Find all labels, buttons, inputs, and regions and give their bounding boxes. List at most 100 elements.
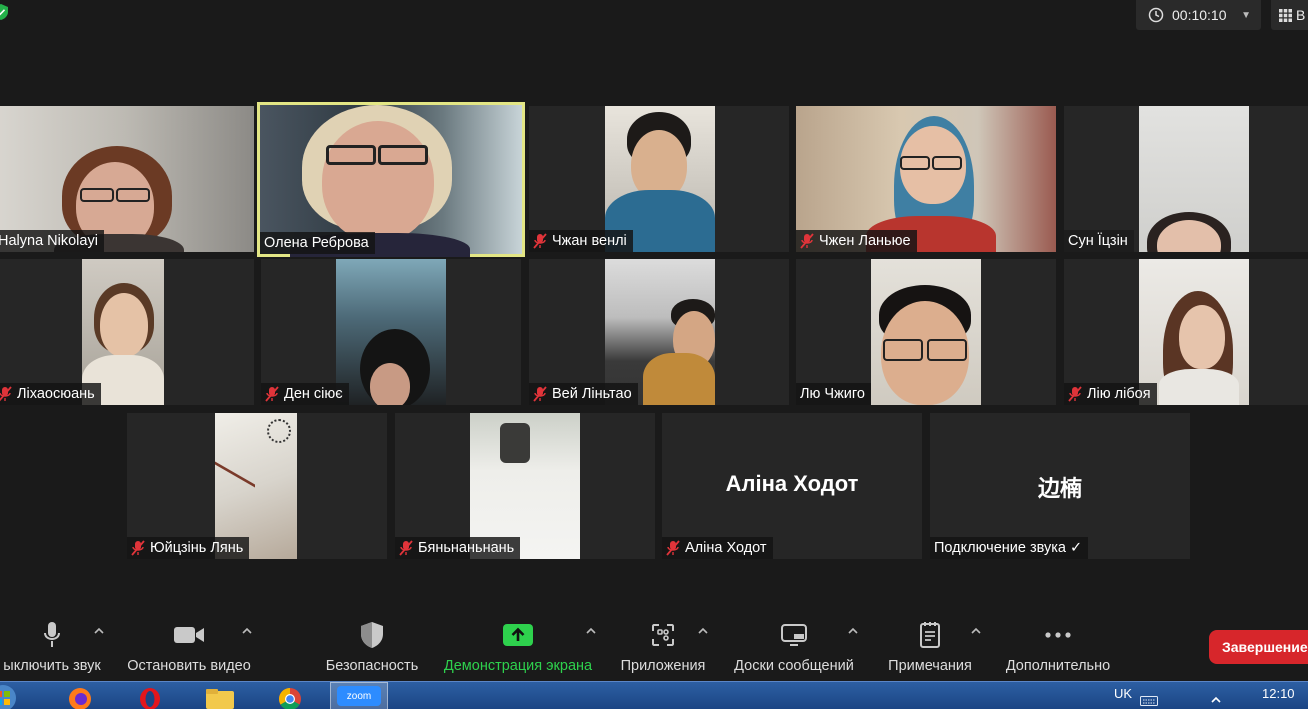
participant-tile[interactable]: Сун Їцзін: [1064, 106, 1308, 252]
muted-microphone-icon: [0, 386, 12, 402]
participant-name-tag: Юйцзінь Лянь: [127, 537, 250, 559]
participant-name-tag: Halyna Nikolayi: [0, 230, 104, 252]
participant-name-tag: Чжен Ланьюе: [796, 230, 917, 252]
participant-tile[interactable]: Ліхаосюань: [0, 259, 254, 405]
security-button[interactable]: Безопасность: [322, 620, 422, 674]
share-screen-label: Демонстрация экрана: [443, 658, 593, 674]
participant-video: [336, 259, 446, 405]
zoom-taskbar-button[interactable]: zoom: [330, 682, 388, 709]
participant-video: [1139, 106, 1249, 252]
view-button[interactable]: В: [1271, 0, 1308, 30]
participant-name: Лю Чжиго: [800, 386, 865, 402]
notes-button[interactable]: Примечания: [880, 620, 980, 674]
meeting-timer[interactable]: 00:10:10 ▼: [1136, 0, 1261, 30]
muted-microphone-icon: [533, 233, 547, 249]
language-indicator[interactable]: UK: [1114, 686, 1132, 701]
participant-name: Бяньнаньнань: [418, 540, 515, 556]
share-screen-icon: [503, 624, 533, 646]
zoom-icon: zoom: [337, 686, 381, 706]
participant-name-tag: Ден сіює: [261, 383, 349, 405]
more-label: Дополнительно: [1005, 658, 1111, 674]
participant-avatar-name: Аліна Ходот: [725, 471, 859, 496]
chevron-up-icon[interactable]: [93, 626, 105, 636]
participant-name-tag: Вей Ліньтао: [529, 383, 638, 405]
keyboard-icon[interactable]: [1140, 696, 1158, 706]
participant-name: Чжен Ланьюе: [819, 233, 911, 249]
notes-icon: [920, 622, 940, 648]
participant-name-tag: Чжан венлі: [529, 230, 633, 252]
stop-video-label: Остановить видео: [127, 658, 251, 674]
grid-view-icon: [1279, 8, 1292, 22]
participant-tile[interactable]: Лю Чжиго: [796, 259, 1056, 405]
participant-avatar-name: 边楠: [1037, 476, 1082, 501]
whiteboard-icon: [781, 624, 807, 646]
whiteboards-label: Доски сообщений: [734, 658, 854, 674]
participant-name-tag: Лію лібоя: [1064, 383, 1157, 405]
muted-microphone-icon: [265, 386, 279, 402]
view-label: В: [1296, 7, 1306, 23]
mute-button[interactable]: ыключить звук: [0, 620, 108, 674]
meeting-toolbar: ыключить звук Остановить видео Безопасно…: [0, 612, 1308, 684]
muted-microphone-icon: [666, 540, 680, 556]
muted-microphone-icon: [800, 233, 814, 249]
participant-tile[interactable]: Бяньнаньнань: [395, 413, 655, 559]
system-clock[interactable]: 12:10: [1262, 686, 1295, 701]
file-explorer-icon[interactable]: [200, 685, 240, 709]
participant-name-tag: Бяньнаньнань: [395, 537, 521, 559]
chevron-down-icon: ▼: [1241, 9, 1251, 21]
chevron-up-icon[interactable]: [697, 626, 709, 636]
muted-microphone-icon: [399, 540, 413, 556]
timer-value: 00:10:10: [1172, 7, 1227, 23]
participant-name-tag: Аліна Ходот: [662, 537, 773, 559]
chevron-up-icon[interactable]: [847, 626, 859, 636]
windows-taskbar: zoom UK 12:10: [0, 681, 1308, 709]
participant-tile[interactable]: Halyna Nikolayi: [0, 106, 254, 252]
clock-icon: [1148, 7, 1164, 23]
participant-tile[interactable]: 边楠 Подключение звука ✓: [930, 413, 1190, 559]
share-screen-button[interactable]: Демонстрация экрана: [438, 620, 598, 674]
participant-tile-active-speaker[interactable]: Олена Реброва: [257, 102, 525, 257]
microphone-icon: [44, 622, 60, 647]
participant-video: [871, 259, 981, 405]
tray-expand-icon[interactable]: [1210, 696, 1222, 704]
stop-video-button[interactable]: Остановить видео: [122, 620, 256, 674]
opera-icon[interactable]: [130, 685, 170, 709]
muted-microphone-icon: [1068, 386, 1082, 402]
participant-name-tag: Подключение звука ✓: [930, 537, 1089, 559]
participant-name: Чжан венлі: [552, 233, 627, 249]
chrome-icon[interactable]: [270, 685, 310, 709]
whiteboards-button[interactable]: Доски сообщений: [726, 620, 862, 674]
firefox-icon[interactable]: [60, 685, 100, 709]
mute-label: ыключить звук: [3, 658, 101, 674]
windows-start-icon[interactable]: [0, 685, 20, 709]
participant-name: Олена Реброва: [264, 235, 369, 251]
participant-name: Аліна Ходот: [685, 540, 767, 556]
participant-tile[interactable]: Аліна Ходот Аліна Ходот: [662, 413, 922, 559]
participant-tile[interactable]: Ден сіює: [261, 259, 521, 405]
notes-label: Примечания: [888, 658, 972, 674]
participant-name: Юйцзінь Лянь: [150, 540, 244, 556]
chevron-up-icon[interactable]: [970, 626, 982, 636]
participant-tile[interactable]: Лію лібоя: [1064, 259, 1308, 405]
muted-microphone-icon: [533, 386, 547, 402]
participant-status: Подключение звука ✓: [934, 540, 1083, 556]
encryption-shield-icon[interactable]: [0, 4, 8, 20]
participant-tile[interactable]: Чжан венлі: [529, 106, 789, 252]
participant-name: Вей Ліньтао: [552, 386, 632, 402]
shield-icon: [361, 622, 383, 648]
more-button[interactable]: Дополнительно: [1000, 620, 1116, 674]
participant-name-tag: Олена Реброва: [260, 232, 375, 254]
participant-name: Лію лібоя: [1087, 386, 1151, 402]
participant-name-tag: Ліхаосюань: [0, 383, 101, 405]
apps-label: Приложения: [620, 658, 706, 674]
end-meeting-button[interactable]: Завершение: [1209, 630, 1308, 664]
participant-name-tag: Лю Чжиго: [796, 383, 871, 405]
participant-name: Halyna Nikolayi: [0, 233, 98, 249]
participant-tile[interactable]: Чжен Ланьюе: [796, 106, 1056, 252]
chevron-up-icon[interactable]: [241, 626, 253, 636]
participant-tile[interactable]: Вей Ліньтао: [529, 259, 789, 405]
participant-name: Сун Їцзін: [1068, 233, 1128, 249]
chevron-up-icon[interactable]: [585, 626, 597, 636]
participant-name: Ліхаосюань: [17, 386, 95, 402]
participant-tile[interactable]: Юйцзінь Лянь: [127, 413, 387, 559]
